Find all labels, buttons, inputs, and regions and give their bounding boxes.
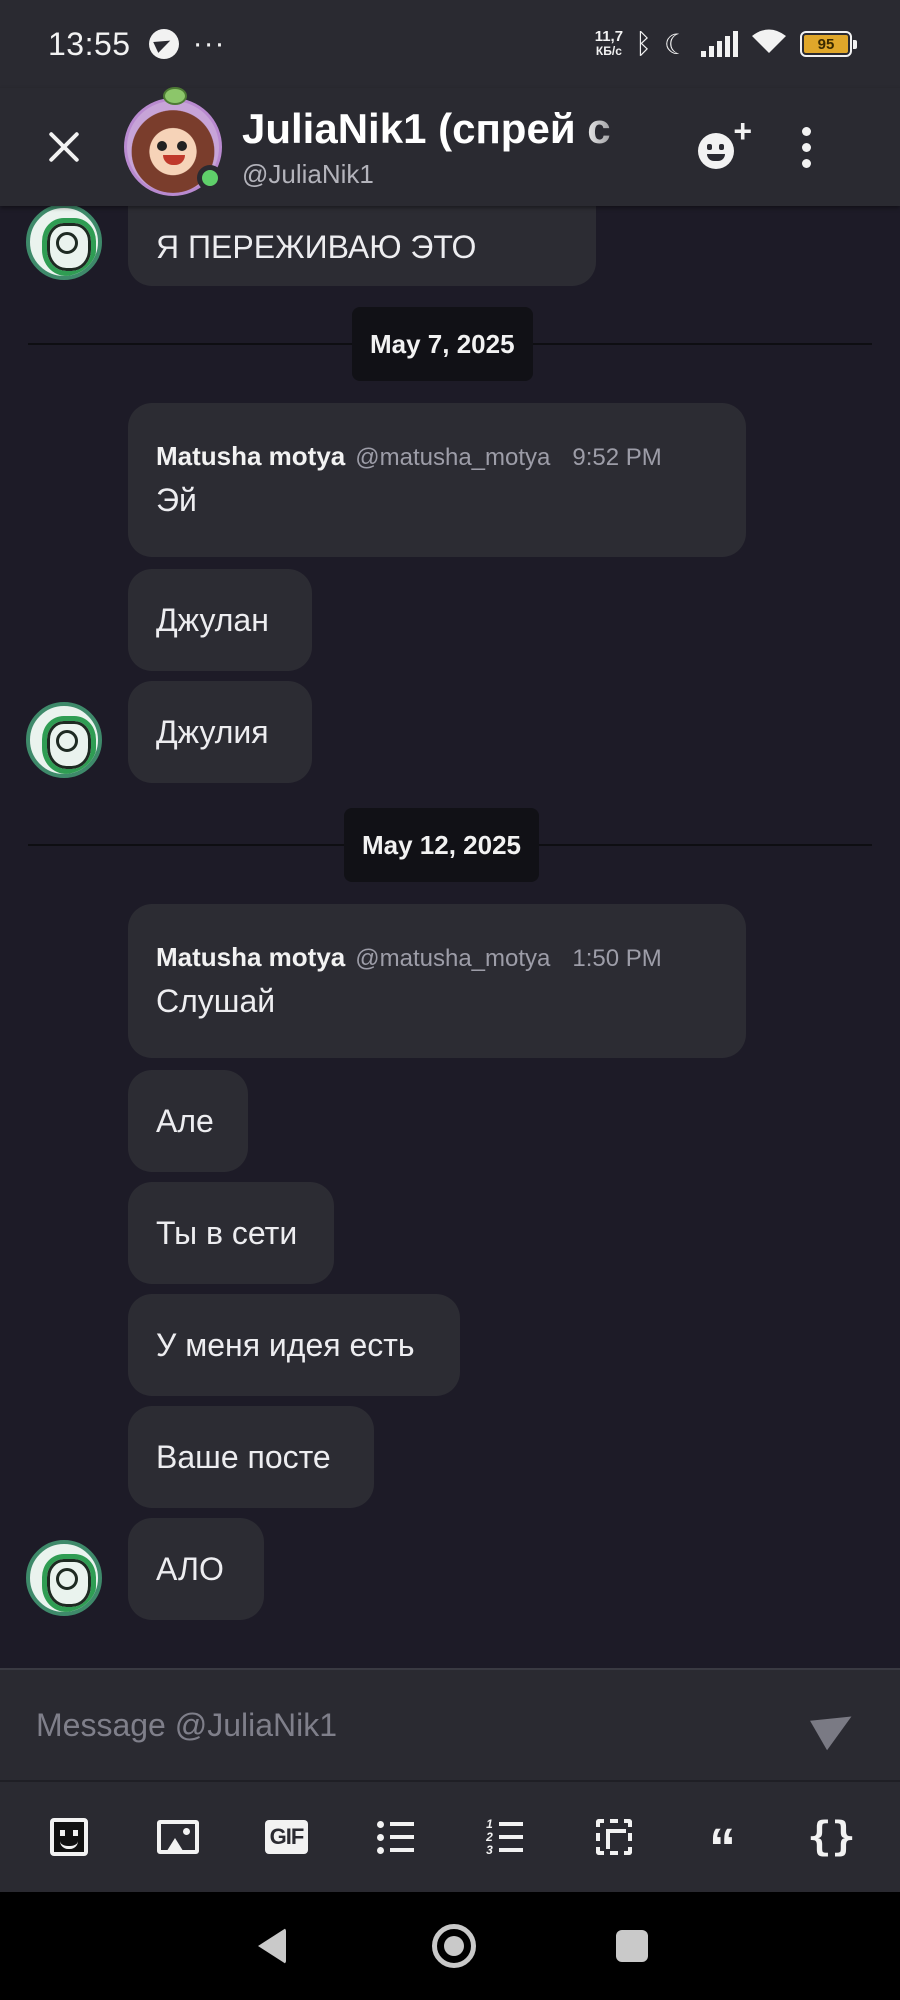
network-speed: 11,7 КБ/с [595,29,623,59]
spoiler-button[interactable] [579,1802,649,1872]
more-options-button[interactable] [796,115,816,179]
emoji-icon [49,1818,88,1856]
signal-icon [701,31,738,57]
message-bubble[interactable]: У меня идея есть [128,1294,460,1396]
quote-icon: “ [709,1818,736,1878]
message-text: Слушай [156,983,276,1019]
header-names[interactable]: JuliaNik1 (спрей с @JuliaNik1 [242,105,652,190]
quote-button[interactable]: “ [688,1802,758,1878]
network-speed-unit: КБ/с [595,44,622,58]
add-friend-button[interactable]: + [692,115,756,179]
avatar[interactable] [26,206,102,280]
author-name[interactable]: Matusha motya [156,441,345,472]
image-icon [156,1820,199,1854]
image-button[interactable] [143,1802,213,1872]
message-bubble[interactable]: Matusha motya @matusha_motya 9:52 PM Эй [128,403,746,557]
avatar[interactable] [26,1540,102,1616]
dm-header: JuliaNik1 (спрей с @JuliaNik1 + [0,87,900,206]
message-bubble[interactable]: Ваше посте [128,1406,374,1508]
smiley-icon [698,133,734,169]
emoji-button[interactable] [34,1802,104,1872]
author-handle: @matusha_motya [355,444,551,471]
date-label: May 12, 2025 [344,808,540,882]
avatar-face [157,141,191,165]
avatar-decoration [163,87,187,105]
formatting-toolbar: GIF 1 2 3 “ {} [0,1780,900,1892]
header-handle: @JuliaNik1 [242,158,374,189]
message-header: Matusha motya @matusha_motya 1:50 PM [156,942,718,973]
gif-button[interactable]: GIF [252,1802,322,1872]
more-notifications-icon: ··· [192,27,226,60]
telegram-icon [148,29,179,59]
battery-level: 95 [804,35,848,53]
message-text: Я ПЕРЕЖИВАЮ ЭТО [156,228,477,265]
close-icon[interactable] [32,115,96,179]
message-input[interactable] [36,1706,812,1744]
author-name[interactable]: Matusha motya [156,942,345,973]
message-bubble[interactable]: АЛО [128,1518,264,1620]
message-header: Matusha motya @matusha_motya 9:52 PM [156,441,718,472]
recent-apps-icon[interactable] [616,1930,648,1962]
back-icon[interactable] [252,1926,292,1966]
message-bubble[interactable]: Але [128,1070,248,1172]
numbered-list-icon: 1 2 3 [486,1818,523,1856]
message-text: У меня идея есть [156,1326,415,1363]
message-text: Ваше посте [156,1438,331,1475]
bulleted-list-button[interactable] [361,1802,431,1872]
message-bubble[interactable]: Ты в сети [128,1182,334,1284]
page-title: JuliaNik1 (спрей с [242,104,611,152]
bluetooth-icon: ᛒ [635,28,652,59]
status-time: 13:55 [48,25,131,62]
network-speed-value: 11,7 [594,28,624,45]
avatar[interactable] [124,87,223,196]
message-bubble[interactable]: Matusha motya @matusha_motya 1:50 PM Слу… [128,904,746,1058]
author-handle: @matusha_motya [355,945,551,972]
spoiler-icon [595,1819,632,1855]
code-button[interactable]: {} [797,1802,867,1872]
gif-icon: GIF [264,1820,309,1854]
message-composer [0,1668,900,1780]
system-nav-bar [0,1892,900,2000]
date-label: May 7, 2025 [352,307,533,381]
message-text: АЛО [156,1550,224,1587]
status-bar: 13:55 ··· 11,7 КБ/с ᛒ ☾ 95 [0,0,900,88]
plus-icon: + [733,113,752,149]
message-time: 9:52 PM [572,444,662,471]
home-icon[interactable] [432,1924,476,1968]
message-text: Джулан [156,601,269,638]
message-time: 1:50 PM [572,945,662,972]
code-icon: {} [807,1814,856,1860]
message-text: Джулия [156,713,269,750]
battery-icon: 95 [800,31,857,57]
message-text: Ты в сети [156,1214,298,1251]
message-bubble[interactable]: Я ПЕРЕЖИВАЮ ЭТО [128,206,596,286]
send-icon[interactable] [812,1703,856,1747]
numbered-list-button[interactable]: 1 2 3 [470,1802,540,1872]
online-status-icon [197,165,223,191]
message-bubble[interactable]: Джулан [128,569,312,671]
message-text: Эй [156,482,197,518]
message-list[interactable]: Я ПЕРЕЖИВАЮ ЭТО May 7, 2025 Matusha moty… [0,206,900,1668]
message-text: Але [156,1102,214,1139]
bulleted-list-icon [377,1820,414,1854]
moon-icon: ☾ [663,28,689,60]
message-bubble[interactable]: Джулия [128,681,312,783]
wifi-icon [750,27,788,62]
avatar[interactable] [26,702,102,778]
